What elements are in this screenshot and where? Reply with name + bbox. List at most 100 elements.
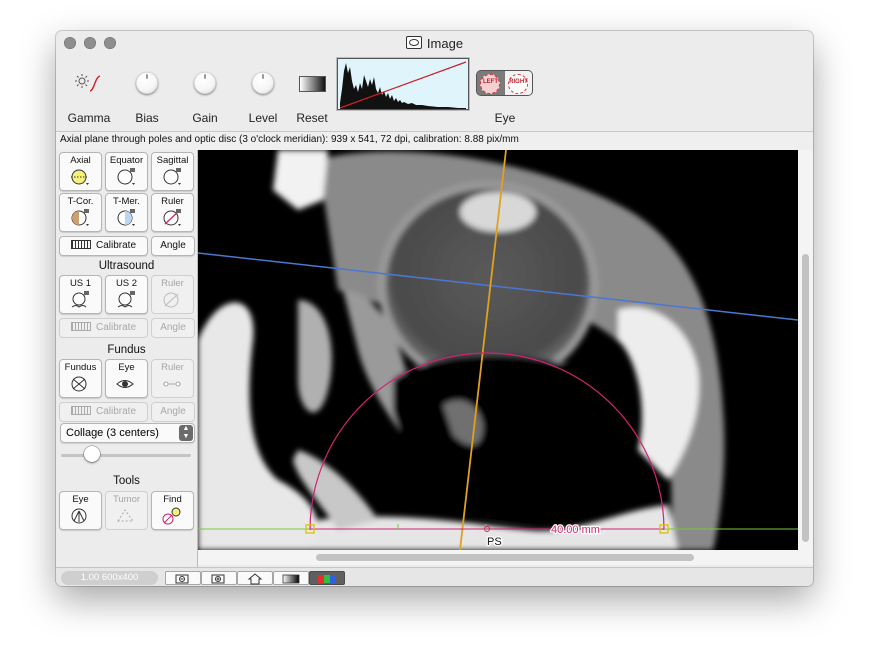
- home-icon: [247, 573, 263, 585]
- histogram-bars: [340, 63, 466, 109]
- fundus-angle-button[interactable]: Angle: [151, 402, 195, 422]
- tools-heading: Tools: [113, 475, 140, 487]
- window-title-text: Image: [426, 36, 464, 51]
- tool-eye-button[interactable]: Eye: [59, 491, 102, 530]
- t-cor-button[interactable]: T-Cor.: [59, 193, 102, 232]
- ruler-icon: [70, 240, 91, 249]
- fundus-eye-label: Eye: [118, 362, 135, 373]
- ps-label: PS: [487, 536, 502, 548]
- zoom-in-button[interactable]: [201, 571, 237, 585]
- bias-knob[interactable]: [136, 72, 158, 94]
- collage-select[interactable]: Collage (3 centers) ▲ ▼: [60, 423, 195, 443]
- fundus-ruler-icon: [163, 381, 181, 387]
- level-knob[interactable]: [252, 72, 274, 94]
- t-cor-label: T-Cor.: [67, 196, 94, 207]
- us1-label: US 1: [69, 278, 92, 289]
- fundus-button[interactable]: Fundus: [59, 359, 102, 398]
- left-eye-text: LEFT: [483, 79, 498, 85]
- gain-label: Gain: [192, 111, 218, 125]
- axial-button[interactable]: Axial: [59, 152, 102, 191]
- us-ruler-icon: [163, 292, 179, 308]
- fundus-ruler-small-icon: [70, 406, 91, 415]
- us2-button[interactable]: US 2: [105, 275, 148, 314]
- equator-label: Equator: [109, 155, 144, 166]
- fundus-eye-button[interactable]: Eye: [105, 359, 148, 398]
- right-eye-text: RIGHT: [509, 79, 528, 85]
- slider-track[interactable]: [61, 454, 191, 457]
- color-channels-icon: [318, 575, 336, 583]
- angle-label: Angle: [160, 240, 186, 251]
- image-info-text: Axial plane through poles and optic disc…: [60, 134, 519, 145]
- window-title: Image: [56, 36, 813, 51]
- histogram-curve: [339, 61, 467, 109]
- fundus-calibrate-label: Calibrate: [95, 406, 137, 417]
- fundus-angle-label: Angle: [160, 406, 186, 417]
- tool-tumor-button[interactable]: Tumor: [105, 491, 148, 530]
- tumor-icon: [117, 509, 134, 522]
- measure-label: 40.00 mm: [551, 524, 600, 536]
- slider-knob[interactable]: [83, 446, 100, 462]
- zoom-out-button[interactable]: [165, 571, 201, 585]
- t-mer-label: T-Mer.: [113, 196, 140, 207]
- histogram[interactable]: [337, 58, 469, 110]
- fundus-label: Fundus: [64, 362, 97, 373]
- zoom-readout: 1.00 600x400: [61, 571, 158, 585]
- image-viewer[interactable]: 40.00 mm PS: [198, 150, 798, 550]
- status-bar: 1.00 600x400: [56, 567, 813, 586]
- us-calibrate-label: Calibrate: [95, 322, 137, 333]
- fundus-ruler-button[interactable]: Ruler: [151, 359, 194, 398]
- horizontal-scrollbar[interactable]: [198, 550, 798, 565]
- axial-globe-icon: [71, 169, 89, 185]
- horizontal-scroll-thumb[interactable]: [316, 554, 694, 561]
- us1-button[interactable]: US 1: [59, 275, 102, 314]
- tool-find-label: Find: [163, 494, 182, 505]
- ruler-plane-label: Ruler: [161, 196, 184, 207]
- us2-label: US 2: [115, 278, 138, 289]
- gamma-label: Gamma: [67, 111, 111, 125]
- tool-find-button[interactable]: Find: [151, 491, 194, 530]
- calibrate-button[interactable]: Calibrate: [59, 236, 148, 256]
- histogram-plot: [339, 61, 467, 109]
- tool-eye-label: Eye: [72, 494, 89, 505]
- image-icon: [405, 36, 422, 49]
- us-angle-label: Angle: [160, 322, 186, 333]
- collage-select-value: Collage (3 centers): [66, 427, 159, 439]
- ultrasound-heading: Ultrasound: [98, 260, 155, 272]
- us-ruler-small-icon: [70, 322, 91, 331]
- image-window: Image Gamma Bias Gain Level Reset LEFT R…: [56, 31, 813, 586]
- reset-button[interactable]: [299, 76, 326, 92]
- title-bar: Image: [56, 31, 813, 55]
- eye-icon: [116, 380, 134, 388]
- vertical-scroll-thumb[interactable]: [802, 254, 809, 542]
- zoom-in-icon: [211, 574, 225, 584]
- us-ruler-button[interactable]: Ruler: [151, 275, 194, 314]
- color-channels-button[interactable]: [309, 571, 345, 585]
- reset-label: Reset: [296, 111, 328, 125]
- eye-selector[interactable]: LEFT RIGHT: [477, 71, 532, 95]
- info-bar: Axial plane through poles and optic disc…: [56, 131, 813, 151]
- gamma-control[interactable]: [73, 71, 103, 95]
- right-eye-button[interactable]: RIGHT: [505, 71, 532, 95]
- grayscale-icon: [282, 574, 300, 584]
- fundus-calibrate-button[interactable]: Calibrate: [59, 402, 148, 422]
- sagittal-globe-icon: [163, 168, 181, 185]
- calibrate-label: Calibrate: [95, 240, 137, 251]
- equator-button[interactable]: Equator: [105, 152, 148, 191]
- gain-knob[interactable]: [194, 72, 216, 94]
- ruler-plane-button[interactable]: Ruler: [151, 193, 194, 232]
- vertical-scrollbar[interactable]: [798, 150, 813, 550]
- grayscale-button[interactable]: [273, 571, 309, 585]
- home-button[interactable]: [237, 571, 273, 585]
- us-calibrate-button[interactable]: Calibrate: [59, 318, 148, 338]
- t-mer-button[interactable]: T-Mer.: [105, 193, 148, 232]
- ct-scan-image: 40.00 mm PS: [198, 150, 798, 550]
- us1-globe-icon: [71, 291, 89, 308]
- sidebar: Axial Equator Sagittal T-Cor. T-Mer. Rul…: [56, 150, 198, 567]
- angle-button[interactable]: Angle: [151, 236, 195, 256]
- sagittal-button[interactable]: Sagittal: [151, 152, 194, 191]
- fundus-ruler-label: Ruler: [161, 362, 184, 373]
- gamma-curve-icon: [75, 74, 101, 92]
- us-angle-button[interactable]: Angle: [151, 318, 195, 338]
- sagittal-label: Sagittal: [156, 155, 189, 166]
- left-eye-button[interactable]: LEFT: [477, 71, 504, 95]
